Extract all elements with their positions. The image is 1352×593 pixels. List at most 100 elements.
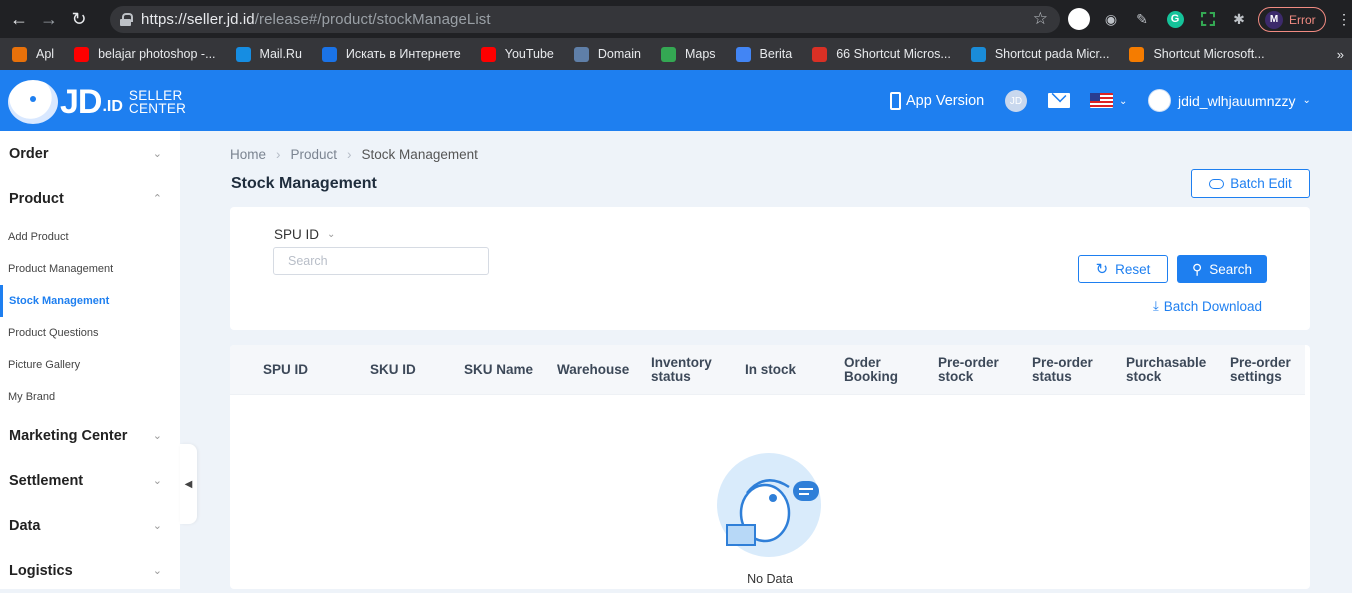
refresh-icon: ↻ [1095, 261, 1109, 278]
phone-icon [890, 92, 901, 110]
app-header: JD .ID SELLER CENTER App Version JD ⌄ jdi… [0, 70, 1352, 131]
sidebar-item-marketing-center[interactable]: Marketing Center ⌄ [0, 413, 180, 458]
bookmark-label: Shortcut Microsoft... [1153, 47, 1265, 61]
bookmark-favicon-icon [235, 46, 251, 62]
browser-toolbar: ← → ↻ https://seller.jd.id/release#/prod… [0, 0, 1352, 38]
mail-icon[interactable] [1048, 93, 1070, 108]
batch-edit-button[interactable]: Batch Edit [1191, 169, 1310, 198]
sidebar-item-picture-gallery[interactable]: Picture Gallery [0, 349, 180, 381]
url-text: https://seller.jd.id/release#/product/st… [141, 11, 491, 28]
sidebar-item-label: Data [9, 517, 41, 534]
bookmark-item[interactable]: Domain [573, 46, 641, 62]
chevron-down-icon: ⌄ [152, 148, 162, 160]
col-pre-order-status: Pre-order status [1032, 355, 1093, 384]
logo-seller-center: SELLER CENTER [128, 88, 187, 116]
jd-seller-center-logo[interactable]: JD .ID SELLER CENTER [8, 80, 186, 124]
profile-avatar-icon[interactable] [1068, 8, 1090, 30]
page-title: Stock Management [231, 175, 377, 192]
chevron-down-icon[interactable]: ⌄ [1119, 96, 1127, 107]
bookmark-item[interactable]: Mail.Ru [235, 46, 302, 62]
col-pre-order-stock: Pre-order stock [938, 355, 999, 384]
sidebar: Order ⌄ Product ⌃ Add Product Product Mana… [0, 131, 180, 589]
jd-badge-icon[interactable]: JD [1005, 90, 1027, 112]
batch-edit-label: Batch Edit [1230, 176, 1292, 191]
profile-error-button[interactable]: M Error [1258, 7, 1326, 32]
sidebar-item-data[interactable]: Data ⌄ [0, 503, 180, 548]
bookmark-label: Domain [597, 47, 641, 61]
sidebar-item-stock-management[interactable]: Stock Management [0, 285, 180, 317]
breadcrumb-product[interactable]: Product [291, 147, 338, 162]
sidebar-item-product[interactable]: Product ⌃ [0, 176, 180, 221]
bookmark-favicon-icon [573, 46, 589, 62]
search-label: Search [1209, 261, 1253, 277]
reset-button[interactable]: ↻ Reset [1078, 255, 1168, 283]
sidebar-item-label: Order [9, 145, 49, 162]
back-icon[interactable]: ← [8, 8, 30, 30]
bookmark-label: Apl [36, 47, 55, 61]
bookmark-label: Berita [759, 47, 793, 61]
bookmark-item[interactable]: Berita [735, 46, 793, 62]
bookmark-label: Maps [684, 47, 716, 61]
sidebar-collapse-toggle[interactable]: ◀ [180, 444, 197, 524]
table-header: SPU ID SKU ID SKU Name Warehouse Invento… [230, 345, 1305, 395]
pen-icon[interactable]: ✎ [1131, 8, 1153, 30]
download-icon: ⤓ [1153, 298, 1159, 313]
chevron-down-icon: ⌄ [152, 475, 162, 487]
chevron-down-icon: ⌄ [152, 430, 162, 442]
batch-download-label: Batch Download [1163, 298, 1263, 314]
camera-icon[interactable]: ◉ [1100, 8, 1122, 30]
bookmark-label: Искать в Интернете [345, 47, 461, 61]
bookmark-item[interactable]: Shortcut pada Micr... [970, 46, 1109, 62]
app-version-link[interactable]: App Version [890, 92, 984, 110]
app-version-label: App Version [906, 93, 985, 109]
screenshot-icon[interactable] [1197, 8, 1219, 30]
bookmark-label: YouTube [504, 47, 554, 61]
lock-icon [120, 13, 133, 26]
bookmark-item[interactable]: Apl [12, 46, 55, 62]
search-input[interactable] [273, 247, 489, 275]
bookmark-favicon-icon [1129, 46, 1145, 62]
forward-icon[interactable]: → [38, 8, 60, 30]
bookmark-item[interactable]: Maps [660, 46, 716, 62]
spu-id-field-selector[interactable]: SPU ID ⌄ [274, 227, 335, 242]
jd-mascot-icon [8, 80, 58, 124]
address-bar[interactable]: https://seller.jd.id/release#/product/st… [110, 6, 1060, 33]
menu-dots-icon[interactable]: ⋮ [1333, 8, 1352, 30]
breadcrumb-current: Stock Management [361, 147, 478, 162]
user-menu[interactable]: jdid_wlhjauumnzzy ⌄ [1148, 89, 1311, 112]
username: jdid_wlhjauumnzzy [1178, 92, 1296, 109]
bookmarks-overflow-icon[interactable]: » [1337, 47, 1344, 62]
bookmark-item[interactable]: YouTube [480, 46, 554, 62]
sidebar-item-add-product[interactable]: Add Product [0, 221, 180, 253]
bookmark-favicon-icon [12, 46, 27, 62]
bookmark-item[interactable]: belajar photoshop -... [74, 46, 216, 62]
sidebar-item-my-brand[interactable]: My Brand [0, 381, 180, 413]
extensions-icon[interactable]: ✱ [1228, 8, 1250, 30]
sidebar-item-product-questions[interactable]: Product Questions [0, 317, 180, 349]
logo-id-text: .ID [102, 98, 123, 115]
sidebar-item-label: Product [9, 190, 64, 207]
bookmark-favicon-icon [735, 46, 751, 62]
col-sku-name: SKU Name [464, 362, 534, 377]
field-selector-label: SPU ID [274, 227, 320, 242]
us-flag-icon[interactable] [1090, 93, 1113, 108]
bookmark-item[interactable]: Искать в Интернете [321, 46, 461, 62]
sidebar-item-settlement[interactable]: Settlement ⌄ [0, 458, 180, 503]
grammarly-icon[interactable]: G [1164, 8, 1186, 30]
reload-icon[interactable]: ↻ [68, 8, 90, 30]
stock-table: SPU ID SKU ID SKU Name Warehouse Invento… [230, 345, 1310, 589]
bookmark-favicon-icon [74, 46, 90, 62]
bookmark-star-icon[interactable]: ☆ [1033, 9, 1048, 29]
bookmark-item[interactable]: 66 Shortcut Micros... [812, 46, 951, 62]
batch-download-link[interactable]: ⤓ Batch Download [1153, 298, 1262, 314]
bookmark-item[interactable]: Shortcut Microsoft... [1129, 46, 1265, 62]
chevron-up-icon: ⌃ [152, 193, 162, 205]
sidebar-item-order[interactable]: Order ⌄ [0, 131, 180, 176]
search-button[interactable]: ⚲ Search [1177, 255, 1267, 283]
sidebar-item-product-management[interactable]: Product Management [0, 253, 180, 285]
bookmark-label: 66 Shortcut Micros... [836, 47, 951, 61]
breadcrumb-home[interactable]: Home [230, 147, 266, 162]
bookmark-favicon-icon [970, 46, 986, 62]
bookmark-favicon-icon [480, 46, 496, 62]
sidebar-item-logistics[interactable]: Logistics ⌄ [0, 548, 180, 593]
